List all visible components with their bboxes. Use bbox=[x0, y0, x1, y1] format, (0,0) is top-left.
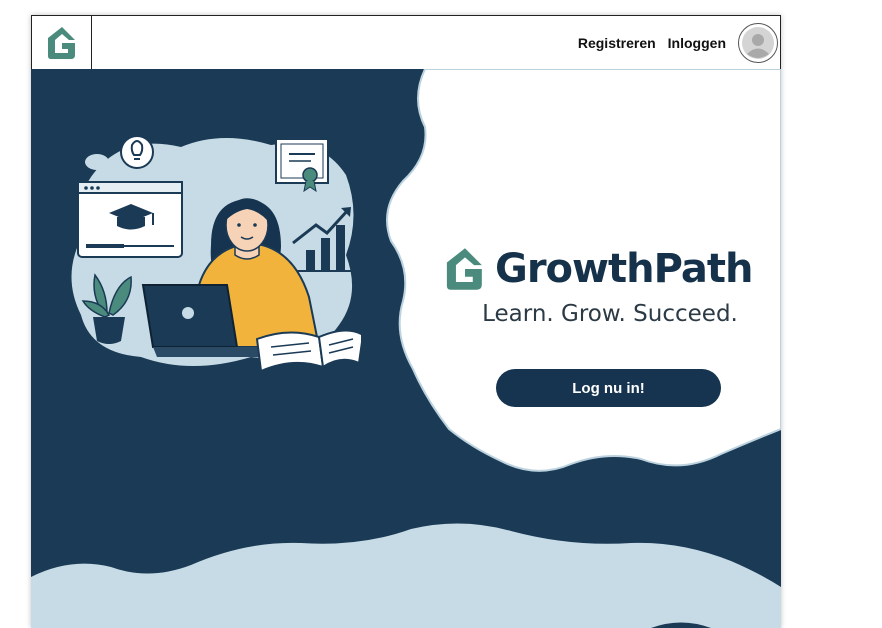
brand-name: GrowthPath bbox=[495, 246, 753, 292]
register-link[interactable]: Registreren bbox=[578, 35, 656, 51]
user-avatar-button[interactable] bbox=[738, 22, 778, 63]
login-cta-button[interactable]: Log nu in! bbox=[496, 369, 721, 407]
lightbulb-icon bbox=[120, 135, 154, 169]
brand-lockup: GrowthPath bbox=[443, 241, 777, 297]
header-nav: Registreren Inloggen bbox=[578, 16, 780, 69]
top-navigation-bar: Registreren Inloggen bbox=[31, 15, 781, 70]
logo-link[interactable] bbox=[32, 16, 92, 69]
open-book-icon bbox=[255, 329, 361, 373]
growthpath-logo-icon bbox=[47, 26, 75, 59]
certificate-icon bbox=[275, 138, 329, 193]
login-link[interactable]: Inloggen bbox=[668, 35, 726, 51]
hero-section: GrowthPath Learn. Grow. Succeed. Log nu … bbox=[31, 69, 781, 628]
brand-tagline: Learn. Grow. Succeed. bbox=[482, 301, 738, 327]
online-course-window-icon bbox=[77, 181, 183, 258]
woman-studying-illustration bbox=[71, 135, 361, 373]
app-frame: Registreren Inloggen GrowthPath Learn. G… bbox=[31, 15, 781, 628]
growthpath-brand-icon bbox=[446, 248, 482, 290]
user-avatar-icon bbox=[742, 26, 774, 59]
